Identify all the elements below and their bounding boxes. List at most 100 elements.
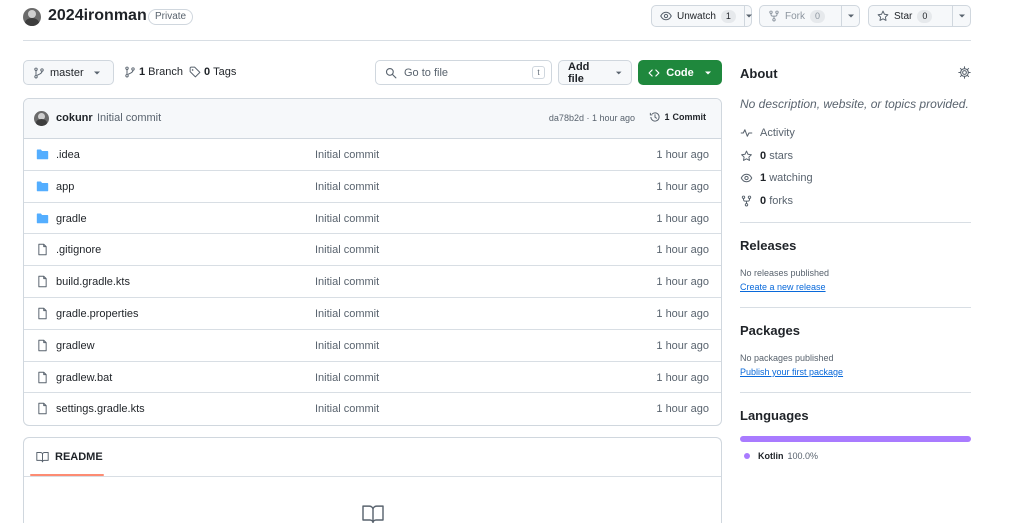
language-kotlin[interactable]: Kotlin 100.0% bbox=[744, 451, 818, 461]
file-commit-message[interactable]: Initial commit bbox=[315, 403, 379, 415]
readme-panel: README bbox=[23, 437, 722, 523]
fork-icon bbox=[741, 195, 752, 207]
file-row[interactable]: settings.gradle.kts Initial commit 1 hour … bbox=[24, 393, 721, 425]
publish-package-link[interactable]: Publish your first package bbox=[740, 367, 843, 377]
file-commit-time: 1 hour ago bbox=[656, 149, 709, 161]
file-row[interactable]: .idea Initial commit 1 hour ago bbox=[24, 139, 721, 171]
file-commit-message[interactable]: Initial commit bbox=[315, 149, 379, 161]
code-button[interactable]: Code bbox=[638, 60, 722, 85]
fork-dropdown[interactable] bbox=[841, 6, 859, 26]
file-name[interactable]: app bbox=[56, 181, 74, 193]
sidebar-divider bbox=[740, 392, 971, 393]
watching-link[interactable]: 1 watching bbox=[740, 172, 813, 184]
eye-icon bbox=[660, 11, 672, 21]
file-name[interactable]: .gitignore bbox=[56, 244, 101, 256]
go-to-file-search[interactable]: t bbox=[375, 60, 552, 85]
tags-link[interactable]: 0 Tags bbox=[189, 66, 236, 78]
forks-link[interactable]: 0 forks bbox=[740, 195, 793, 207]
sidebar-divider bbox=[740, 222, 971, 223]
branches-link[interactable]: 1 Branch bbox=[124, 66, 183, 78]
file-row[interactable]: .gitignore Initial commit 1 hour ago bbox=[24, 234, 721, 267]
fork-button[interactable]: Fork 0 bbox=[759, 5, 860, 27]
commits-link[interactable]: 1 Commit bbox=[649, 111, 706, 123]
star-dropdown[interactable] bbox=[952, 6, 970, 26]
owner-avatar[interactable] bbox=[23, 8, 41, 26]
file-commit-time: 1 hour ago bbox=[656, 180, 709, 193]
file-commit-message[interactable]: Initial commit bbox=[315, 244, 379, 256]
file-commit-message[interactable]: Initial commit bbox=[315, 213, 379, 225]
unwatch-button[interactable]: Unwatch 1 bbox=[651, 5, 752, 27]
book-icon bbox=[36, 452, 49, 463]
fork-count: 0 bbox=[810, 9, 826, 23]
repo-name[interactable]: 2024ironman bbox=[48, 7, 147, 25]
file-name[interactable]: settings.gradle.kts bbox=[56, 403, 145, 415]
caret-down-icon bbox=[958, 14, 965, 18]
branch-icon bbox=[125, 66, 135, 78]
commit-author-avatar[interactable] bbox=[34, 111, 49, 126]
caret-down-icon bbox=[615, 71, 622, 74]
watch-count: 1 bbox=[720, 9, 736, 23]
watch-dropdown[interactable] bbox=[743, 6, 753, 26]
file-commit-message[interactable]: Initial commit bbox=[315, 276, 379, 288]
forks-count: 0 bbox=[760, 195, 767, 207]
stars-link[interactable]: 0 stars bbox=[740, 150, 793, 162]
file-row[interactable]: gradlew.bat Initial commit 1 hour ago bbox=[24, 362, 721, 394]
commit-author[interactable]: cokunr bbox=[56, 112, 93, 124]
add-file-label: Add file bbox=[568, 60, 590, 85]
file-commit-time: 1 hour ago bbox=[656, 244, 709, 257]
file-commit-message[interactable]: Initial commit bbox=[315, 372, 379, 384]
file-name[interactable]: build.gradle.kts bbox=[56, 276, 130, 288]
releases-empty-text: No releases published bbox=[740, 268, 830, 278]
commit-hash-time[interactable]: da78b2d · 1 hour ago bbox=[549, 113, 635, 123]
readme-divider bbox=[24, 476, 721, 477]
file-commit-message[interactable]: Initial commit bbox=[315, 340, 379, 352]
releases-heading[interactable]: Releases bbox=[740, 238, 796, 253]
file-row[interactable]: app Initial commit 1 hour ago bbox=[24, 171, 721, 203]
branches-label: Branch bbox=[148, 66, 183, 78]
file-name[interactable]: gradlew bbox=[56, 340, 95, 352]
repo-header: 2024ironman Private Unwatch 1 Fork 0 Sta… bbox=[23, 5, 971, 31]
packages-heading[interactable]: Packages bbox=[740, 323, 800, 338]
file-name[interactable]: .idea bbox=[56, 149, 80, 161]
code-icon bbox=[648, 68, 660, 77]
add-file-button[interactable]: Add file bbox=[558, 60, 632, 85]
file-commit-message[interactable]: Initial commit bbox=[315, 181, 379, 193]
file-row[interactable]: build.gradle.kts Initial commit 1 hour ago bbox=[24, 266, 721, 298]
tags-count: 0 bbox=[204, 66, 211, 78]
stars-label: stars bbox=[769, 150, 794, 162]
folder-icon bbox=[36, 212, 49, 224]
watching-count: 1 bbox=[760, 172, 767, 184]
history-icon bbox=[650, 112, 661, 122]
file-row[interactable]: gradle Initial commit 1 hour ago bbox=[24, 203, 721, 235]
file-icon bbox=[36, 402, 49, 415]
star-count: 0 bbox=[917, 9, 933, 23]
star-button[interactable]: Star 0 bbox=[868, 5, 971, 27]
kotlin-dot-icon bbox=[744, 453, 750, 459]
star-icon bbox=[741, 150, 752, 161]
readme-label: README bbox=[55, 451, 103, 463]
readme-tab[interactable]: README bbox=[36, 451, 103, 463]
caret-down-icon bbox=[847, 14, 854, 18]
eye-icon bbox=[740, 173, 753, 183]
activity-link[interactable]: Activity bbox=[740, 127, 795, 139]
visibility-badge: Private bbox=[148, 9, 194, 25]
gear-icon[interactable] bbox=[958, 66, 971, 79]
file-name[interactable]: gradlew.bat bbox=[56, 372, 112, 384]
file-commit-time: 1 hour ago bbox=[656, 212, 709, 225]
commit-message[interactable]: Initial commit bbox=[97, 112, 161, 124]
file-row[interactable]: gradlew Initial commit 1 hour ago bbox=[24, 330, 721, 362]
latest-commit-bar: cokunr Initial commit da78b2d · 1 hour a… bbox=[24, 99, 721, 139]
create-release-link[interactable]: Create a new release bbox=[740, 282, 826, 292]
search-input[interactable] bbox=[404, 66, 524, 79]
branch-selector[interactable]: master bbox=[23, 60, 114, 85]
book-icon bbox=[362, 505, 384, 523]
file-commit-time: 1 hour ago bbox=[656, 403, 709, 416]
file-name[interactable]: gradle.properties bbox=[56, 308, 139, 320]
file-commit-message[interactable]: Initial commit bbox=[315, 308, 379, 320]
commit-count: 1 bbox=[664, 112, 670, 122]
sidebar-divider bbox=[740, 307, 971, 308]
file-commit-time: 1 hour ago bbox=[656, 339, 709, 352]
about-heading: About bbox=[740, 66, 778, 81]
file-row[interactable]: gradle.properties Initial commit 1 hour ag… bbox=[24, 298, 721, 330]
file-name[interactable]: gradle bbox=[56, 213, 87, 225]
